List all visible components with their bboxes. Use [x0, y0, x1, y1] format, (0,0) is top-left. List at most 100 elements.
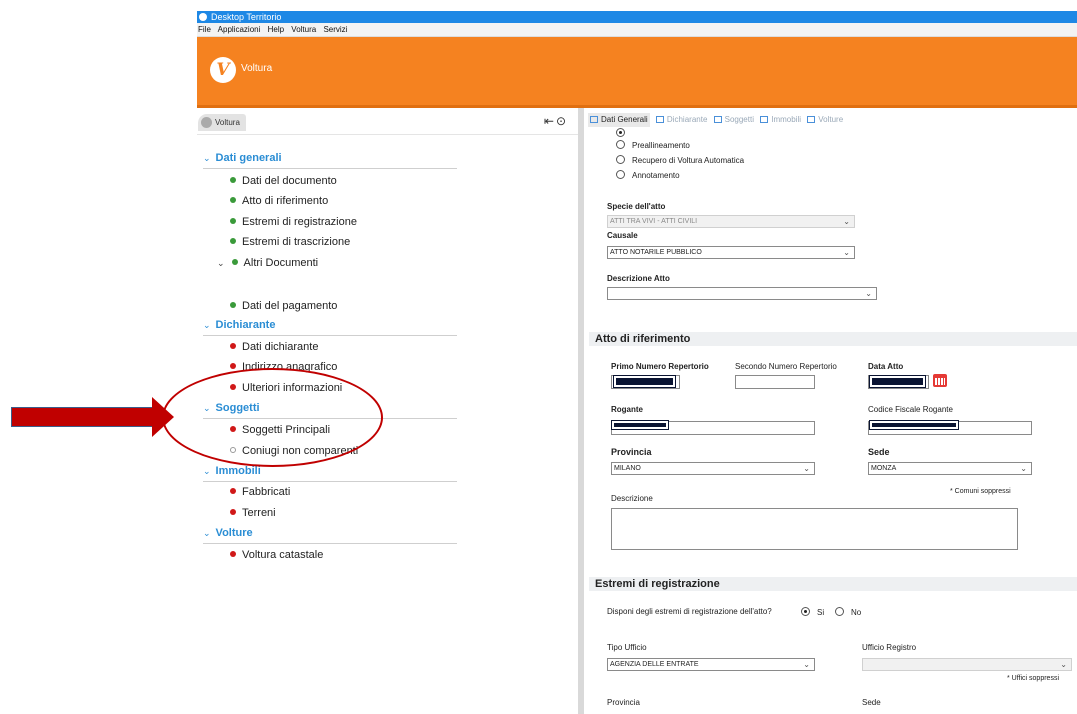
header-brand: Voltura	[241, 63, 273, 74]
tab-label: Dichiarante	[666, 115, 708, 124]
provincia-select[interactable]: MILANO ⌄	[611, 462, 815, 475]
nav-item-label: Terreni	[242, 507, 276, 519]
radio-button[interactable]	[616, 170, 625, 179]
app-icon	[199, 13, 207, 21]
tab-volture[interactable]: Volture	[807, 113, 843, 127]
radio-preallineamento[interactable]: Preallineamento	[616, 140, 690, 150]
tab-page-icon	[760, 116, 769, 123]
descrizione-label: Descrizione	[611, 494, 653, 503]
tipo-ufficio-select[interactable]: AGENZIA DELLE ENTRATE ⌄	[607, 658, 815, 671]
radio-annotamento[interactable]: Annotamento	[616, 170, 680, 180]
nav-item-dati-pagamento[interactable]: Dati del pagamento	[230, 300, 337, 312]
nav-item-label: Estremi di trascrizione	[242, 236, 351, 248]
secondo-repertorio-input[interactable]	[735, 375, 815, 389]
tab-page-icon	[655, 116, 664, 123]
radio-button[interactable]	[616, 155, 625, 164]
nav-item-estremi-trascrizione[interactable]: Estremi di trascrizione	[230, 236, 350, 248]
radio-label: No	[851, 608, 862, 617]
tab-dichiarante[interactable]: Dichiarante	[655, 113, 708, 127]
tab-page-icon	[590, 116, 598, 123]
redaction-mark	[869, 420, 959, 430]
chevron-down-icon: ⌄	[843, 248, 850, 257]
select-value: ATTO NOTARILE PUBBLICO	[610, 249, 702, 256]
tab-immobili[interactable]: Immobili	[760, 113, 801, 127]
descrizione-textarea[interactable]	[611, 508, 1018, 550]
status-dot-red	[230, 343, 236, 349]
status-dot-green	[230, 302, 236, 308]
tab-label: Dati Generali	[601, 115, 648, 124]
section-label: Volture	[215, 527, 253, 539]
primo-repertorio-label: Primo Numero Repertorio	[611, 362, 709, 371]
nav-item-label: Dati dichiarante	[242, 341, 319, 353]
play-circle-icon[interactable]: ⊙	[556, 114, 568, 128]
section-label: Dati generali	[215, 152, 282, 164]
radio-button[interactable]	[616, 128, 625, 137]
section-immobili[interactable]: ⌄ Immobili	[203, 465, 261, 477]
section-dichiarante[interactable]: ⌄ Dichiarante	[203, 319, 275, 331]
redaction-mark	[869, 375, 926, 388]
nav-item-altri-documenti[interactable]: ⌄ Altri Documenti	[217, 257, 318, 269]
disponi-estremi-question: Disponi degli estremi di registrazione d…	[607, 607, 772, 616]
chevron-down-icon: ⌄	[203, 466, 211, 476]
specie-select: ATTI TRA VIVI - ATTI CIVILI ⌄	[607, 215, 855, 228]
select-value: MONZA	[871, 465, 897, 472]
status-dot-red	[230, 551, 236, 557]
tab-soggetti[interactable]: Soggetti	[713, 113, 754, 127]
radio-recupero-voltura[interactable]: Recupero di Voltura Automatica	[616, 155, 744, 165]
calendar-icon[interactable]	[933, 374, 947, 387]
radio-button[interactable]	[835, 607, 844, 616]
chevron-down-icon: ⌄	[865, 289, 872, 298]
chevron-down-icon: ⌄	[1060, 660, 1067, 669]
radio-button[interactable]	[616, 140, 625, 149]
window-title: Desktop Territorio	[211, 12, 282, 22]
nav-item-dati-documento[interactable]: Dati del documento	[230, 175, 337, 187]
select-value: AGENZIA DELLE ENTRATE	[610, 661, 699, 668]
nav-item-voltura-catastale[interactable]: Voltura catastale	[230, 549, 323, 561]
radio-button[interactable]	[801, 607, 810, 616]
causale-select[interactable]: ATTO NOTARILE PUBBLICO ⌄	[607, 246, 855, 259]
nav-divider	[197, 134, 578, 135]
status-dot-green	[230, 197, 236, 203]
nav-item-atto-riferimento[interactable]: Atto di riferimento	[230, 195, 328, 207]
nav-tab-voltura[interactable]: Voltura	[198, 114, 246, 131]
menu-file[interactable]: File	[198, 25, 211, 34]
section-rule	[203, 543, 457, 544]
radio-no[interactable]: No	[835, 607, 861, 617]
uffici-soppressi-note: * Uffici soppressi	[1007, 675, 1060, 682]
descrizione-atto-select[interactable]: ⌄	[607, 287, 877, 300]
nav-item-label: Estremi di registrazione	[242, 216, 357, 228]
app-window: Desktop Territorio File Applicazioni Hel…	[197, 11, 1077, 714]
nav-tab-actions: ⇤⊙	[544, 114, 568, 128]
voltura-tab-icon	[201, 117, 212, 128]
ufficio-registro-label: Ufficio Registro	[862, 643, 917, 652]
nav-item-estremi-registrazione[interactable]: Estremi di registrazione	[230, 216, 357, 228]
nav-item-terreni[interactable]: Terreni	[230, 507, 276, 519]
tab-dati-generali[interactable]: Dati Generali	[588, 113, 650, 127]
status-dot-green	[230, 218, 236, 224]
nav-tab-label: Voltura	[215, 118, 240, 127]
nav-item-dati-dichiarante[interactable]: Dati dichiarante	[230, 341, 318, 353]
tab-page-icon	[713, 116, 722, 123]
menu-servizi[interactable]: Servizi	[323, 25, 347, 34]
ufficio-registro-select: ⌄	[862, 658, 1072, 671]
collapse-panel-icon[interactable]: ⇤	[544, 114, 556, 128]
section-dati-generali[interactable]: ⌄ Dati generali	[203, 152, 282, 164]
chevron-down-icon: ⌄	[203, 528, 211, 538]
menu-help[interactable]: Help	[268, 25, 284, 34]
title-bar: Desktop Territorio	[197, 11, 1077, 23]
estremi-sede-label: Sede	[862, 698, 881, 707]
causale-label: Causale	[607, 231, 638, 240]
sede-select[interactable]: MONZA ⌄	[868, 462, 1032, 475]
menu-voltura[interactable]: Voltura	[291, 25, 316, 34]
section-label: Dichiarante	[215, 319, 276, 331]
menu-applicazioni[interactable]: Applicazioni	[218, 25, 261, 34]
radio-label: Annotamento	[632, 171, 680, 180]
chevron-down-icon: ⌄	[843, 217, 850, 226]
nav-item-label: Fabbricati	[242, 486, 291, 498]
radio-partial-option[interactable]	[616, 127, 632, 139]
annotation-arrow-shaft	[11, 407, 153, 427]
radio-si[interactable]: Si	[801, 607, 824, 617]
nav-item-fabbricati[interactable]: Fabbricati	[230, 486, 290, 498]
section-volture[interactable]: ⌄ Volture	[203, 527, 253, 539]
tab-page-icon	[807, 116, 816, 123]
